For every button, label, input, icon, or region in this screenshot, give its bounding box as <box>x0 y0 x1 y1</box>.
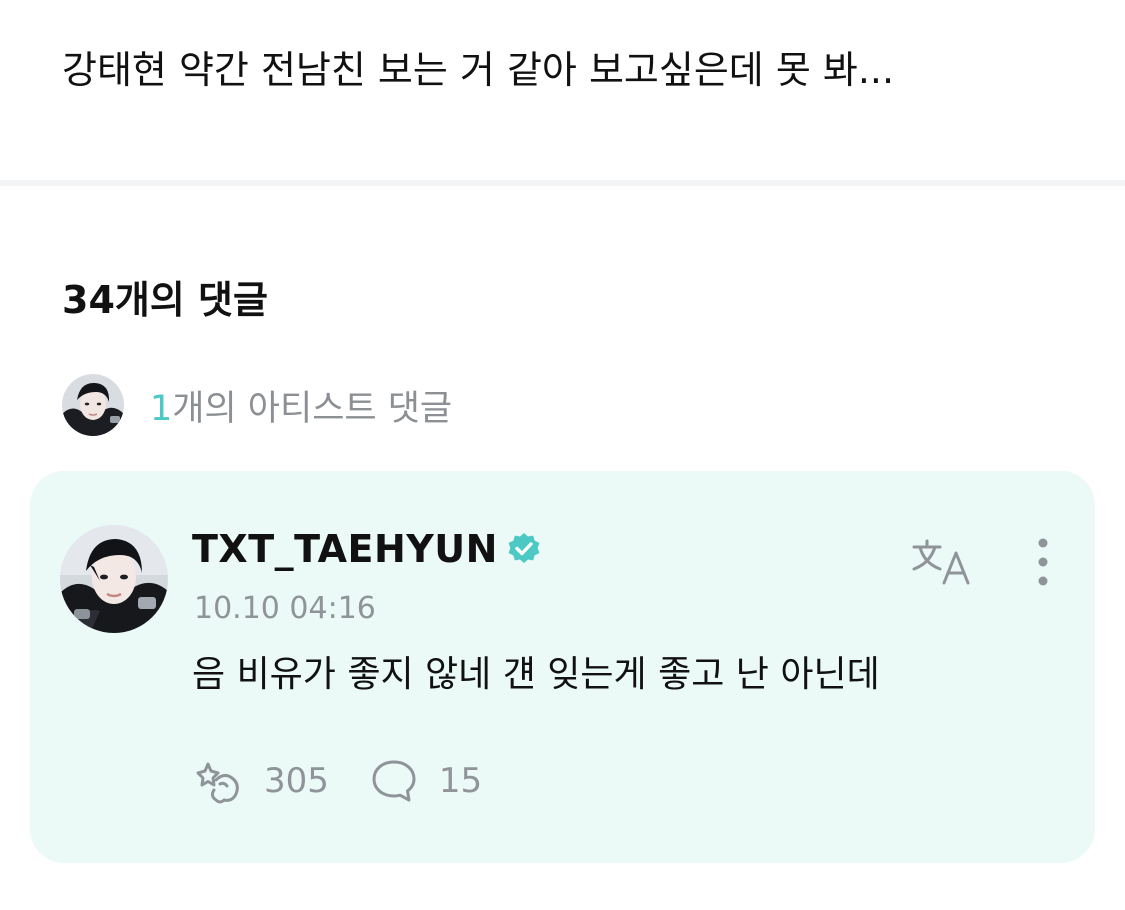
artist-comments-toggle[interactable]: 1개의 아티스트 댓글 <box>62 374 452 436</box>
cheer-hands-icon <box>196 762 239 804</box>
more-options-button[interactable] <box>1028 537 1058 591</box>
like-count: 305 <box>264 761 329 801</box>
translate-icon <box>912 539 970 585</box>
comment-actions: 305 15 <box>194 755 482 807</box>
reply-count: 15 <box>438 761 483 801</box>
comment-text: 음 비유가 좋지 않네 걘 잊는게 좋고 난 아닌데 <box>192 654 880 695</box>
verified-badge-icon <box>508 533 540 563</box>
more-vertical-icon <box>1038 538 1048 586</box>
artist-avatar <box>62 374 124 436</box>
like-button[interactable]: 305 <box>194 756 329 806</box>
comment-author-avatar[interactable] <box>60 525 168 633</box>
reply-button[interactable]: 15 <box>369 756 482 806</box>
artist-comment-card: TXT_TAEHYUN 10.10 04:16 음 비유가 좋지 않네 걘 잊는… <box>30 471 1095 863</box>
translate-button[interactable] <box>910 537 974 587</box>
artist-comments-text: 개의 아티스트 댓글 <box>172 388 453 429</box>
comment-author-username: TXT_TAEHYUN <box>192 527 498 571</box>
post-text: 강태현 약간 전남친 보는 거 같아 보고싶은데 못 봐... <box>62 48 895 92</box>
artist-comments-label: 1개의 아티스트 댓글 <box>150 380 452 431</box>
comments-count-heading: 34개의 댓글 <box>62 278 268 322</box>
artist-comments-count: 1 <box>150 388 173 429</box>
comment-timestamp: 10.10 04:16 <box>194 591 376 626</box>
speech-bubble-icon <box>372 760 416 802</box>
section-divider <box>0 180 1125 186</box>
comment-author-name[interactable]: TXT_TAEHYUN <box>192 527 542 571</box>
